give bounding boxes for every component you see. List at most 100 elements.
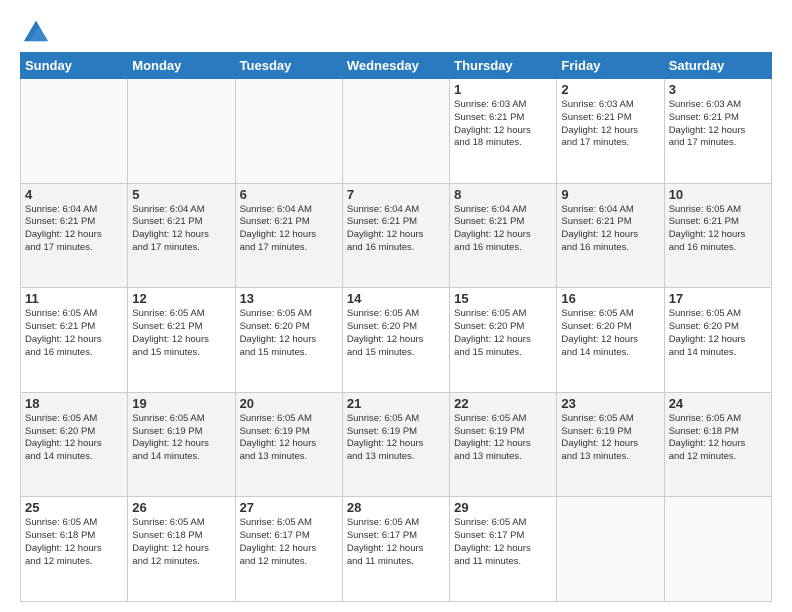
day-number: 29 — [454, 500, 552, 515]
calendar-cell: 23Sunrise: 6:05 AM Sunset: 6:19 PM Dayli… — [557, 392, 664, 497]
calendar-cell: 6 Sunrise: 6:04 AM Sunset: 6:21 PM Daylig… — [235, 183, 342, 288]
header — [20, 16, 772, 44]
day-info: Sunrise: 6:05 AM Sunset: 6:21 PM Dayligh… — [132, 308, 230, 359]
calendar-cell: 9 Sunrise: 6:04 AM Sunset: 6:21 PM Daylig… — [557, 183, 664, 288]
calendar-cell: 26 Sunrise: 6:05 AM Sunset: 6:18 PM Dayli… — [128, 497, 235, 602]
day-number: 24 — [669, 396, 767, 411]
day-number: 5 — [132, 187, 230, 202]
day-info: Sunrise: 6:05 AM Sunset: 6:19 PM Dayligh… — [561, 413, 659, 464]
calendar-cell: 4 Sunrise: 6:04 AM Sunset: 6:21 PM Daylig… — [21, 183, 128, 288]
day-info: Sunrise: 6:03 AM Sunset: 6:21 PM Dayligh… — [669, 99, 767, 150]
day-number: 18 — [25, 396, 123, 411]
day-number: 4 — [25, 187, 123, 202]
day-number: 3 — [669, 82, 767, 97]
col-monday: Monday — [128, 53, 235, 79]
calendar-cell — [235, 79, 342, 184]
day-info: Sunrise: 6:05 AM Sunset: 6:19 PM Dayligh… — [132, 413, 230, 464]
page: Sunday Monday Tuesday Wednesday Thursday… — [0, 0, 792, 612]
day-info: Sunrise: 6:05 AM Sunset: 6:18 PM Dayligh… — [669, 413, 767, 464]
calendar-cell — [21, 79, 128, 184]
calendar-cell: 22 Sunrise: 6:05 AM Sunset: 6:19 PM Dayli… — [450, 392, 557, 497]
day-info: Sunrise: 6:04 AM Sunset: 6:21 PM Dayligh… — [25, 204, 123, 255]
day-info: Sunrise: 6:05 AM Sunset: 6:20 PM Dayligh… — [454, 308, 552, 359]
calendar-cell: 7 Sunrise: 6:04 AM Sunset: 6:21 PM Daylig… — [342, 183, 449, 288]
day-number: 10 — [669, 187, 767, 202]
col-saturday: Saturday — [664, 53, 771, 79]
day-number: 11 — [25, 291, 123, 306]
day-number: 12 — [132, 291, 230, 306]
calendar-table: Sunday Monday Tuesday Wednesday Thursday… — [20, 52, 772, 602]
day-info: Sunrise: 6:05 AM Sunset: 6:18 PM Dayligh… — [132, 517, 230, 568]
calendar-cell — [342, 79, 449, 184]
calendar-cell: 25 Sunrise: 6:05 AM Sunset: 6:18 PM Dayli… — [21, 497, 128, 602]
day-number: 21 — [347, 396, 445, 411]
calendar-cell: 20Sunrise: 6:05 AM Sunset: 6:19 PM Dayli… — [235, 392, 342, 497]
day-number: 6 — [240, 187, 338, 202]
day-number: 19 — [132, 396, 230, 411]
day-number: 28 — [347, 500, 445, 515]
calendar-header-row: Sunday Monday Tuesday Wednesday Thursday… — [21, 53, 772, 79]
day-info: Sunrise: 6:04 AM Sunset: 6:21 PM Dayligh… — [347, 204, 445, 255]
day-info: Sunrise: 6:05 AM Sunset: 6:20 PM Dayligh… — [561, 308, 659, 359]
calendar-cell: 12 Sunrise: 6:05 AM Sunset: 6:21 PM Dayli… — [128, 288, 235, 393]
col-tuesday: Tuesday — [235, 53, 342, 79]
calendar-cell: 21 Sunrise: 6:05 AM Sunset: 6:19 PM Dayli… — [342, 392, 449, 497]
col-friday: Friday — [557, 53, 664, 79]
day-info: Sunrise: 6:04 AM Sunset: 6:21 PM Dayligh… — [454, 204, 552, 255]
day-info: Sunrise: 6:05 AM Sunset: 6:19 PM Dayligh… — [347, 413, 445, 464]
calendar-cell: 17 Sunrise: 6:05 AM Sunset: 6:20 PM Dayli… — [664, 288, 771, 393]
calendar-cell: 15 Sunrise: 6:05 AM Sunset: 6:20 PM Dayli… — [450, 288, 557, 393]
calendar-week-4: 18 Sunrise: 6:05 AM Sunset: 6:20 PM Dayli… — [21, 392, 772, 497]
day-number: 1 — [454, 82, 552, 97]
day-info: Sunrise: 6:04 AM Sunset: 6:21 PM Dayligh… — [132, 204, 230, 255]
col-thursday: Thursday — [450, 53, 557, 79]
calendar-cell: 11 Sunrise: 6:05 AM Sunset: 6:21 PM Dayli… — [21, 288, 128, 393]
col-sunday: Sunday — [21, 53, 128, 79]
day-number: 13 — [240, 291, 338, 306]
day-info: Sunrise: 6:05 AM Sunset: 6:21 PM Dayligh… — [669, 204, 767, 255]
day-number: 2 — [561, 82, 659, 97]
calendar-cell: 5 Sunrise: 6:04 AM Sunset: 6:21 PM Daylig… — [128, 183, 235, 288]
logo-icon — [22, 16, 50, 44]
day-info: Sunrise: 6:04 AM Sunset: 6:21 PM Dayligh… — [240, 204, 338, 255]
calendar-cell: 8 Sunrise: 6:04 AM Sunset: 6:21 PM Daylig… — [450, 183, 557, 288]
day-info: Sunrise: 6:05 AM Sunset: 6:20 PM Dayligh… — [240, 308, 338, 359]
day-info: Sunrise: 6:05 AM Sunset: 6:19 PM Dayligh… — [454, 413, 552, 464]
day-info: Sunrise: 6:05 AM Sunset: 6:17 PM Dayligh… — [347, 517, 445, 568]
day-info: Sunrise: 6:03 AM Sunset: 6:21 PM Dayligh… — [454, 99, 552, 150]
day-info: Sunrise: 6:05 AM Sunset: 6:21 PM Dayligh… — [25, 308, 123, 359]
calendar-week-3: 11 Sunrise: 6:05 AM Sunset: 6:21 PM Dayli… — [21, 288, 772, 393]
calendar-week-1: 1 Sunrise: 6:03 AM Sunset: 6:21 PM Daylig… — [21, 79, 772, 184]
calendar-cell: 3 Sunrise: 6:03 AM Sunset: 6:21 PM Daylig… — [664, 79, 771, 184]
day-number: 25 — [25, 500, 123, 515]
calendar-cell: 19 Sunrise: 6:05 AM Sunset: 6:19 PM Dayli… — [128, 392, 235, 497]
day-number: 9 — [561, 187, 659, 202]
day-info: Sunrise: 6:05 AM Sunset: 6:20 PM Dayligh… — [25, 413, 123, 464]
day-info: Sunrise: 6:05 AM Sunset: 6:17 PM Dayligh… — [240, 517, 338, 568]
day-number: 22 — [454, 396, 552, 411]
calendar-week-2: 4 Sunrise: 6:04 AM Sunset: 6:21 PM Daylig… — [21, 183, 772, 288]
calendar-cell: 13 Sunrise: 6:05 AM Sunset: 6:20 PM Dayli… — [235, 288, 342, 393]
day-number: 17 — [669, 291, 767, 306]
calendar-cell: 16 Sunrise: 6:05 AM Sunset: 6:20 PM Dayli… — [557, 288, 664, 393]
day-info: Sunrise: 6:05 AM Sunset: 6:19 PM Dayligh… — [240, 413, 338, 464]
day-info: Sunrise: 6:05 AM Sunset: 6:20 PM Dayligh… — [669, 308, 767, 359]
day-number: 26 — [132, 500, 230, 515]
day-info: Sunrise: 6:05 AM Sunset: 6:17 PM Dayligh… — [454, 517, 552, 568]
day-number: 7 — [347, 187, 445, 202]
day-number: 14 — [347, 291, 445, 306]
day-number: 16 — [561, 291, 659, 306]
day-number: 8 — [454, 187, 552, 202]
day-info: Sunrise: 6:04 AM Sunset: 6:21 PM Dayligh… — [561, 204, 659, 255]
calendar-cell: 1 Sunrise: 6:03 AM Sunset: 6:21 PM Daylig… — [450, 79, 557, 184]
day-number: 27 — [240, 500, 338, 515]
calendar-cell: 14 Sunrise: 6:05 AM Sunset: 6:20 PM Dayli… — [342, 288, 449, 393]
day-info: Sunrise: 6:05 AM Sunset: 6:20 PM Dayligh… — [347, 308, 445, 359]
calendar-cell — [664, 497, 771, 602]
day-info: Sunrise: 6:05 AM Sunset: 6:18 PM Dayligh… — [25, 517, 123, 568]
calendar-cell: 10 Sunrise: 6:05 AM Sunset: 6:21 PM Dayli… — [664, 183, 771, 288]
calendar-cell — [557, 497, 664, 602]
calendar-cell: 2Sunrise: 6:03 AM Sunset: 6:21 PM Daylig… — [557, 79, 664, 184]
day-number: 15 — [454, 291, 552, 306]
col-wednesday: Wednesday — [342, 53, 449, 79]
